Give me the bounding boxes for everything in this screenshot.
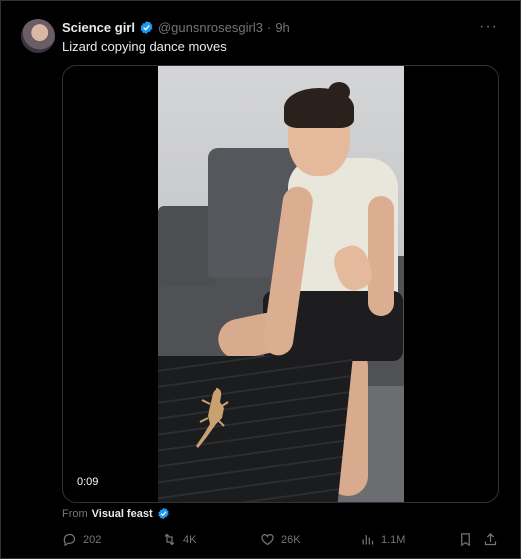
share-icon [484,532,497,546]
repost-button[interactable]: 4K [162,532,196,547]
bookmark-button[interactable] [458,532,473,547]
bookmark-icon [461,533,470,547]
video-timestamp: 0:09 [73,474,103,490]
lizard-image [196,388,229,448]
like-button[interactable]: 26K [260,532,301,547]
video-person-hair-bun [328,82,350,102]
video-person-arm-right [368,196,394,316]
like-count: 26K [281,533,301,546]
share-button[interactable] [483,532,498,547]
reply-count: 202 [83,533,102,546]
views-button[interactable]: 1.1M [360,532,405,547]
time-separator: · [266,20,272,35]
video-attribution: From Visual feast [62,507,170,520]
from-source[interactable]: Visual feast [92,508,153,520]
reply-icon [63,533,76,547]
from-prefix: From [62,507,88,520]
views-count: 1.1M [381,533,406,546]
avatar[interactable] [21,19,55,53]
author-name[interactable]: Science girl [62,20,135,35]
action-bar: 202 4K 26K 1.1M [62,532,502,550]
reply-button[interactable]: 202 [62,532,101,547]
video-frame[interactable] [158,66,404,502]
tweet-text: Lizard copying dance moves [62,39,227,54]
verified-badge-icon [157,507,169,520]
tweet-card[interactable]: Science girl @gunsnrosesgirl3 · 9h ··· L… [0,0,521,559]
tweet-header: Science girl @gunsnrosesgirl3 · 9h [62,20,290,35]
post-time[interactable]: 9h [275,20,289,35]
repost-icon [164,533,175,546]
verified-badge-icon [140,20,153,35]
author-handle[interactable]: @gunsnrosesgirl3 [158,20,263,35]
repost-count: 4K [183,533,197,546]
video-player[interactable]: 0:09 [62,65,499,503]
like-icon [261,534,274,546]
more-icon[interactable]: ··· [479,18,498,36]
views-icon [362,535,374,545]
